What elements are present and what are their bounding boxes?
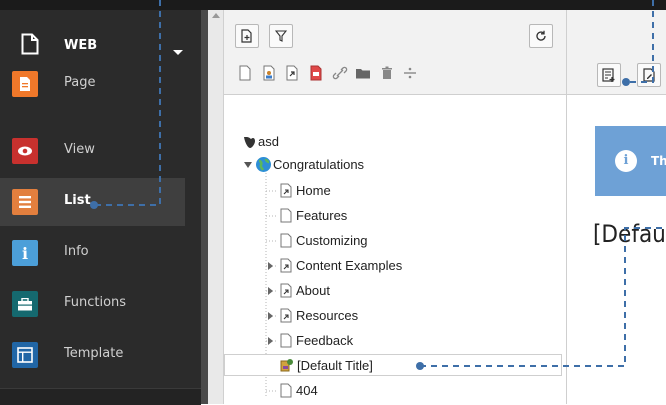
tree-item-label: Feedback	[296, 333, 354, 348]
tree-item-label: Congratulations	[273, 157, 365, 172]
tree-item-label: Features	[296, 208, 348, 223]
tree-item-site[interactable]: Congratulations	[224, 154, 566, 176]
expand-arrow-icon[interactable]	[268, 337, 273, 345]
sidebar-footer	[0, 388, 201, 405]
document-icon	[21, 33, 39, 55]
info-icon: i	[12, 240, 38, 266]
page-icon	[280, 233, 292, 248]
tree-item-default-title[interactable]: [Default Title]	[224, 354, 562, 376]
info-callout: i Th	[595, 126, 666, 196]
template-icon	[12, 342, 38, 368]
chevron-down-icon[interactable]	[173, 50, 183, 55]
module-sidebar: WEB Page View List i Info Functions Temp…	[0, 10, 201, 404]
module-list-label: List	[64, 193, 91, 208]
page-icon	[280, 383, 292, 398]
list-icon	[12, 189, 38, 215]
tree-item-resources[interactable]: Resources	[224, 305, 566, 327]
expand-arrow-icon[interactable]	[268, 287, 273, 295]
tree-item-features[interactable]: Features	[224, 205, 566, 227]
module-template-label: Template	[64, 346, 124, 361]
tree-item-content-examples[interactable]: Content Examples	[224, 255, 566, 277]
expand-arrow-icon[interactable]	[268, 312, 273, 320]
edit-page-button[interactable]	[637, 63, 661, 87]
info-icon: i	[615, 150, 637, 172]
module-functions[interactable]: Functions	[0, 280, 185, 328]
top-bar	[0, 0, 666, 10]
eye-icon	[12, 138, 38, 164]
tree-item-label: Customizing	[296, 233, 368, 248]
module-group-label: WEB	[64, 38, 98, 53]
tree-item-label: Content Examples	[296, 258, 403, 273]
tree-item-home[interactable]: Home	[224, 180, 566, 202]
tree-item-label: Home	[296, 183, 331, 198]
edit-page-icon	[643, 68, 655, 82]
scroll-up-icon[interactable]	[212, 13, 220, 18]
module-info-label: Info	[64, 244, 89, 259]
module-functions-label: Functions	[64, 295, 127, 310]
expand-arrow-icon[interactable]	[268, 262, 273, 270]
page-icon	[280, 333, 292, 348]
tree-item-label: 404	[296, 383, 318, 398]
tree-item-label: Resources	[296, 308, 359, 323]
module-page-label: Page	[64, 75, 96, 90]
globe-icon	[256, 157, 271, 172]
shortcut-page-icon	[280, 283, 292, 298]
module-list[interactable]: List	[0, 178, 185, 226]
tree-item-label: About	[296, 283, 330, 298]
module-view-label: View	[64, 142, 95, 157]
shortcut-page-icon	[280, 258, 292, 273]
content-toolbar	[567, 10, 666, 95]
module-template[interactable]: Template	[0, 331, 185, 379]
new-record-button[interactable]	[597, 63, 621, 87]
recycler-page-icon	[280, 359, 293, 372]
tree-root-label: asd	[258, 134, 279, 149]
tree-item-feedback[interactable]: Feedback	[224, 330, 566, 352]
shortcut-page-icon	[280, 308, 292, 323]
briefcase-icon	[12, 291, 38, 317]
page-title: [Defau	[593, 220, 666, 248]
info-callout-text: Th	[651, 154, 666, 168]
typo3-logo-icon	[244, 137, 255, 148]
tree-root[interactable]: asd	[224, 131, 566, 153]
module-page[interactable]: Page	[0, 60, 185, 108]
shortcut-page-icon	[280, 183, 292, 198]
page-icon	[12, 71, 38, 97]
module-view[interactable]: View	[0, 127, 185, 175]
module-info[interactable]: i Info	[0, 229, 185, 277]
page-icon	[280, 208, 292, 223]
tree-item-404[interactable]: 404	[224, 380, 566, 402]
page-tree-panel: asd Congratulations Home Features Custom…	[224, 10, 567, 404]
tree-scrollbar[interactable]	[208, 10, 224, 404]
tree-item-about[interactable]: About	[224, 280, 566, 302]
tree-item-label: [Default Title]	[297, 358, 373, 373]
expand-caret-icon[interactable]	[244, 162, 252, 168]
sidebar-scrollbar[interactable]	[201, 10, 208, 404]
tree-item-customizing[interactable]: Customizing	[224, 230, 566, 252]
new-record-icon	[602, 68, 615, 82]
content-area: i Th [Defau	[567, 10, 666, 404]
